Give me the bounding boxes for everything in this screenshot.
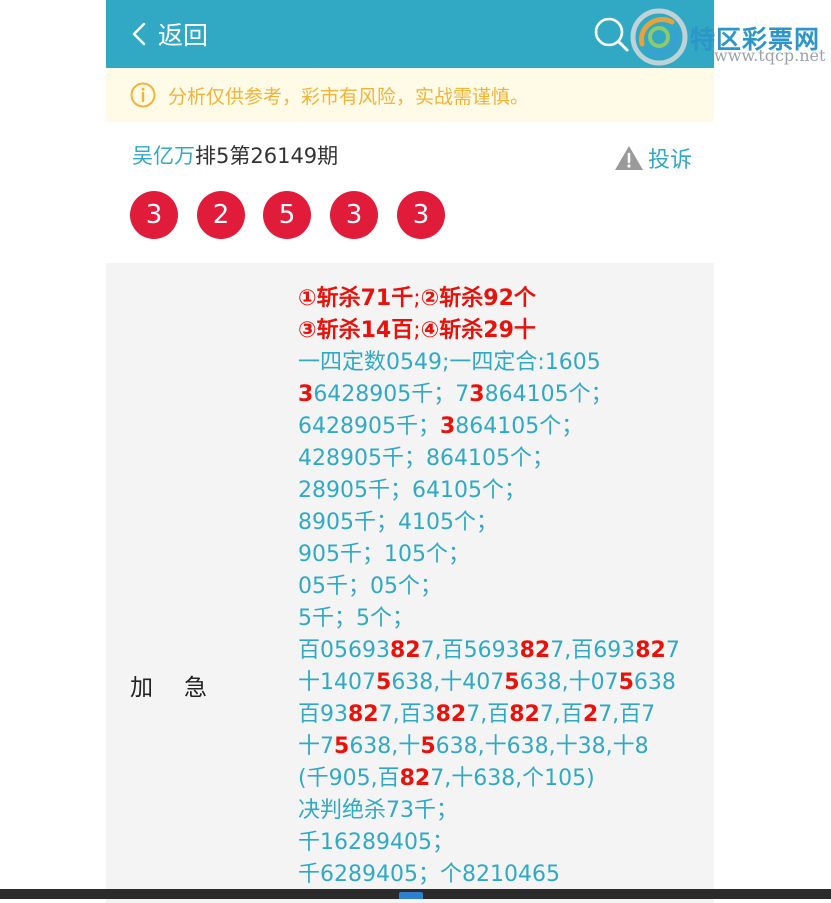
analysis-line: 百05693827,百5693827,百693827 bbox=[298, 638, 680, 663]
analysis-line: 千16289405； bbox=[298, 830, 454, 855]
risk-notice: 分析仅供参考，彩市有风险，实战需谨慎。 bbox=[106, 68, 714, 122]
analysis-line: 8905千；4105个； bbox=[298, 510, 498, 535]
number-ball: 2 bbox=[197, 191, 245, 239]
logo-url: www.tqcp.net bbox=[714, 46, 826, 65]
complain-button[interactable]: 投诉 bbox=[614, 142, 692, 174]
number-ball: 5 bbox=[263, 191, 311, 239]
analysis-line: 05千；05个； bbox=[298, 574, 442, 599]
number-ball: 3 bbox=[397, 191, 445, 239]
search-icon bbox=[594, 17, 629, 52]
warning-icon bbox=[614, 146, 643, 170]
analysis-line: 428905千；864105个； bbox=[298, 446, 554, 471]
analysis-line: 6428905千；3864105个； bbox=[298, 414, 584, 439]
site-logo: 特区彩票网 www.tqcp.net bbox=[628, 6, 828, 68]
top-header: 返回 bbox=[106, 0, 714, 68]
analysis-line: 百93827,百3827,百827,百27,百7 bbox=[298, 702, 656, 727]
app-container: 返回 分析仅供参考，彩市有风险，实战需谨慎。 吴亿万排5第26149期 投诉 3… bbox=[106, 0, 714, 903]
back-button[interactable]: 返回 bbox=[128, 14, 208, 54]
analysis-line: 28905千；64105个； bbox=[298, 478, 526, 503]
analysis-line: 一四定数0549;一四定合:1605 bbox=[298, 350, 601, 375]
info-icon bbox=[130, 82, 156, 108]
complain-label: 投诉 bbox=[647, 148, 692, 173]
logo-swirl-icon bbox=[630, 8, 688, 66]
analysis-line: 36428905千；73864105个； bbox=[298, 382, 613, 407]
urgent-label-part1: 加 bbox=[130, 675, 153, 701]
number-ball: 3 bbox=[330, 191, 378, 239]
issue-row: 吴亿万排5第26149期 投诉 bbox=[132, 140, 692, 176]
analysis-line: 决判绝杀73千； bbox=[298, 798, 458, 823]
analysis-line: ①斩杀71千;②斩杀92个 bbox=[298, 286, 536, 311]
notice-text: 分析仅供参考，彩市有风险，实战需谨慎。 bbox=[168, 85, 530, 108]
number-ball: 3 bbox=[130, 191, 178, 239]
analysis-line: 905千；105个； bbox=[298, 542, 470, 567]
urgent-label: 加急 bbox=[130, 668, 238, 702]
issue-title: 排5第26149期 bbox=[195, 144, 339, 168]
urgent-label-part2: 急 bbox=[184, 675, 207, 701]
analysis-lines: ①斩杀71千;②斩杀92个 ③斩杀14百;④斩杀29十 一四定数0549;一四定… bbox=[298, 283, 698, 891]
analysis-line: 十75638,十5638,十638,十38,十8 bbox=[298, 734, 649, 759]
analysis-line: 十14075638,十4075638,十075638 bbox=[298, 670, 676, 695]
taskbar-app-indicator[interactable] bbox=[399, 892, 423, 899]
analysis-line: 5千；5个； bbox=[298, 606, 414, 631]
analysis-line: (千905,百827,十638,个105) bbox=[298, 766, 595, 791]
analysis-line: 千6289405；个8210465 bbox=[298, 862, 560, 887]
chevron-left-icon bbox=[132, 22, 146, 46]
search-button[interactable] bbox=[592, 14, 632, 54]
analysis-line: ③斩杀14百;④斩杀29十 bbox=[298, 318, 536, 343]
back-label: 返回 bbox=[158, 21, 209, 50]
author-link[interactable]: 吴亿万 bbox=[132, 144, 195, 168]
analysis-content: 加急 ①斩杀71千;②斩杀92个 ③斩杀14百;④斩杀29十 一四定数0549;… bbox=[106, 263, 714, 903]
